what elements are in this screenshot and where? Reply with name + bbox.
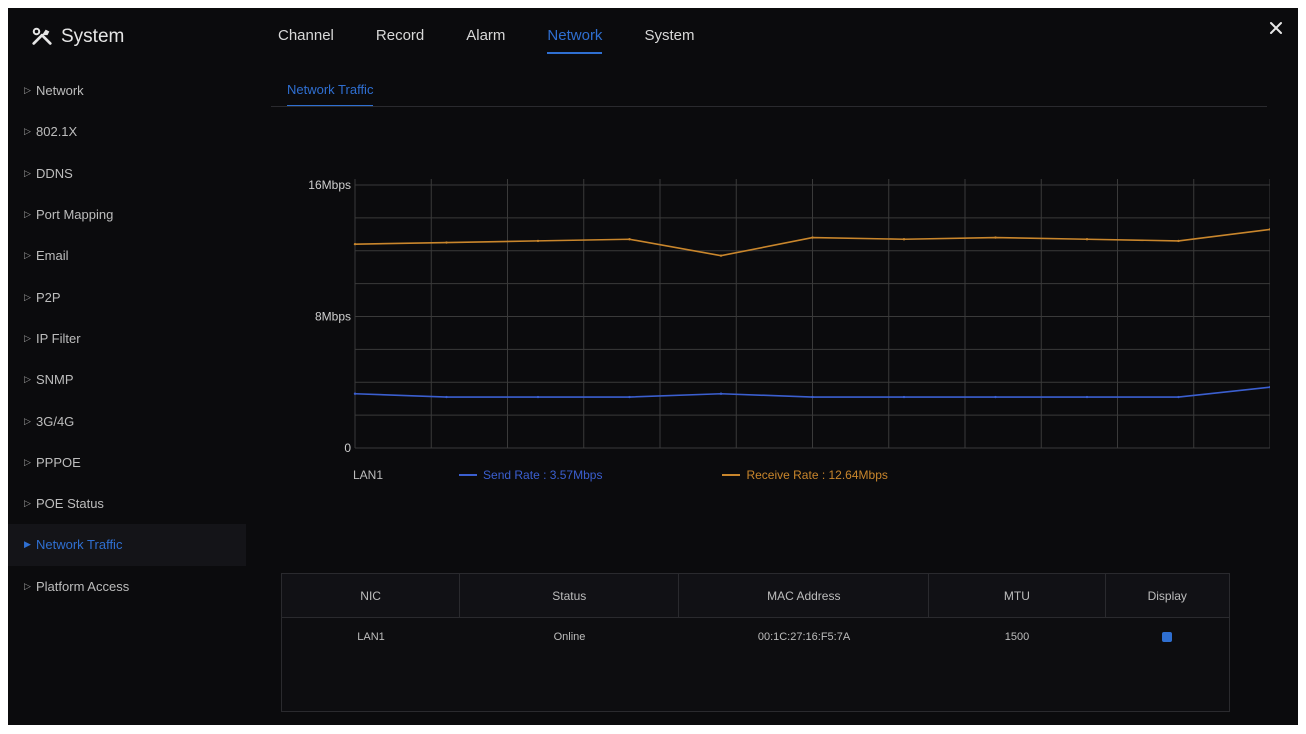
cell-mtu: 1500: [1004, 631, 1030, 643]
tab-record[interactable]: Record: [376, 24, 424, 54]
data-point: [628, 395, 631, 399]
triangle-right-icon: ▷: [24, 250, 31, 261]
column-header-mac-address: MAC Address: [679, 574, 930, 617]
data-point: [994, 395, 997, 399]
sidebar-item-email[interactable]: ▷ Email: [8, 235, 246, 276]
triangle-right-icon: ▷: [24, 374, 31, 385]
sidebar-item-label: PPPOE: [36, 454, 81, 470]
triangle-right-icon: ▷: [24, 85, 31, 96]
sidebar-item-pppoe[interactable]: ▷ PPPOE: [8, 442, 246, 483]
display-checkbox[interactable]: [1162, 632, 1172, 642]
nic-table: NIC Status MAC Address MTU Display LAN1 …: [281, 573, 1230, 712]
subtab-network-traffic[interactable]: Network Traffic: [287, 82, 374, 107]
cell-nic: LAN1: [357, 631, 385, 643]
sidebar-item-label: Email: [36, 248, 69, 264]
sidebar-item-label: Network: [36, 83, 84, 99]
data-point: [719, 392, 723, 395]
app-window: System Channel Record Alarm Network Syst…: [8, 8, 1298, 725]
tab-system[interactable]: System: [644, 24, 694, 54]
triangle-right-icon: ▷: [24, 415, 31, 426]
y-tick-label: 16Mbps: [308, 178, 351, 192]
app-title-label: System: [61, 26, 125, 47]
triangle-right-icon: ▷: [24, 498, 31, 509]
column-header-nic: NIC: [282, 574, 461, 617]
data-point: [811, 236, 814, 239]
column-header-mtu: MTU: [929, 574, 1106, 617]
data-point: [353, 392, 357, 395]
y-tick-label: 8Mbps: [315, 310, 351, 324]
tab-channel[interactable]: Channel: [278, 24, 334, 54]
legend-receive-swatch: [722, 474, 741, 476]
sidebar-item-label: 802.1X: [36, 124, 78, 140]
sidebar-item-label: Network Traffic: [36, 537, 123, 553]
legend-send-swatch: [459, 474, 478, 476]
top-nav: Channel Record Alarm Network System: [278, 24, 736, 54]
sidebar-item-snmp[interactable]: ▷ SNMP: [8, 359, 246, 400]
triangle-right-icon: ▷: [24, 291, 31, 302]
data-point: [811, 395, 814, 399]
sidebar-item-poe-status[interactable]: ▷ POE Status: [8, 483, 246, 524]
sidebar-item-label: IP Filter: [36, 330, 81, 346]
tab-network[interactable]: Network: [547, 24, 603, 54]
legend-send-rate: Send Rate : 3.57Mbps: [459, 468, 602, 482]
data-point: [445, 241, 448, 244]
data-point: [994, 236, 997, 239]
sidebar-item-8021x[interactable]: ▷ 802.1X: [8, 111, 246, 152]
sidebar-item-label: 3G/4G: [36, 413, 75, 429]
data-point: [353, 242, 357, 246]
sidebar-item-platform-access[interactable]: ▷ Platform Access: [8, 566, 246, 607]
data-point: [1177, 239, 1180, 243]
data-point: [719, 254, 723, 257]
sidebar-item-label: POE Status: [36, 496, 104, 512]
table-row: LAN1 Online 00:1C:27:16:F5:7A 1500: [282, 618, 1229, 656]
data-point: [1085, 238, 1089, 241]
sidebar-item-label: P2P: [36, 289, 61, 305]
data-point: [902, 238, 906, 241]
triangle-right-icon: ▷: [24, 456, 31, 467]
data-point: [628, 238, 631, 241]
legend-receive-rate: Receive Rate : 12.64Mbps: [722, 468, 888, 482]
triangle-right-icon: ▷: [24, 167, 31, 178]
sidebar-item-label: Port Mapping: [36, 207, 114, 223]
sidebar-item-network-traffic[interactable]: ▶ Network Traffic: [8, 524, 246, 566]
triangle-right-icon: ▷: [24, 126, 31, 137]
traffic-chart: 16Mbps 8Mbps 0: [308, 178, 1270, 455]
table-header: NIC Status MAC Address MTU Display: [282, 574, 1229, 618]
column-header-display: Display: [1147, 588, 1187, 603]
data-point: [1177, 395, 1180, 399]
cell-status: Online: [553, 631, 586, 643]
tools-icon: [32, 27, 52, 45]
triangle-right-filled-icon: ▶: [24, 539, 31, 550]
sidebar: ▷ Network ▷ 802.1X ▷ DDNS ▷ Port Mapping ▷ Em…: [8, 70, 246, 607]
y-tick-label: 0: [344, 441, 351, 455]
triangle-right-icon: ▷: [24, 332, 31, 343]
triangle-right-icon: ▷: [24, 580, 31, 591]
close-icon[interactable]: [1266, 18, 1286, 38]
sidebar-item-label: DDNS: [36, 165, 73, 181]
subtab-divider: [271, 106, 1267, 107]
data-point: [445, 395, 448, 399]
legend-receive-label: Receive Rate : 12.64Mbps: [746, 468, 888, 482]
sidebar-item-network[interactable]: ▷ Network: [8, 70, 246, 111]
app-title: System: [31, 22, 124, 52]
data-point: [536, 239, 540, 243]
tab-alarm[interactable]: Alarm: [466, 24, 505, 54]
column-header-status: Status: [460, 574, 680, 617]
sidebar-item-port-mapping[interactable]: ▷ Port Mapping: [8, 194, 246, 235]
sidebar-item-label: SNMP: [36, 372, 74, 388]
cell-mac-address: 00:1C:27:16:F5:7A: [757, 631, 851, 643]
cell-display: [1105, 618, 1229, 656]
sidebar-item-3g-4g[interactable]: ▷ 3G/4G: [8, 400, 246, 441]
sidebar-item-label: Platform Access: [36, 578, 130, 594]
data-point: [902, 395, 906, 399]
legend-send-label: Send Rate : 3.57Mbps: [483, 468, 603, 482]
legend-interface-label: LAN1: [353, 468, 384, 482]
triangle-right-icon: ▷: [24, 209, 31, 220]
data-point: [1085, 395, 1089, 399]
data-point: [536, 395, 540, 399]
chart-legend: LAN1 Send Rate : 3.57Mbps Receive Rate :…: [353, 468, 1008, 482]
sidebar-item-ddns[interactable]: ▷ DDNS: [8, 153, 246, 194]
sidebar-item-ip-filter[interactable]: ▷ IP Filter: [8, 318, 246, 359]
sidebar-item-p2p[interactable]: ▷ P2P: [8, 276, 246, 317]
